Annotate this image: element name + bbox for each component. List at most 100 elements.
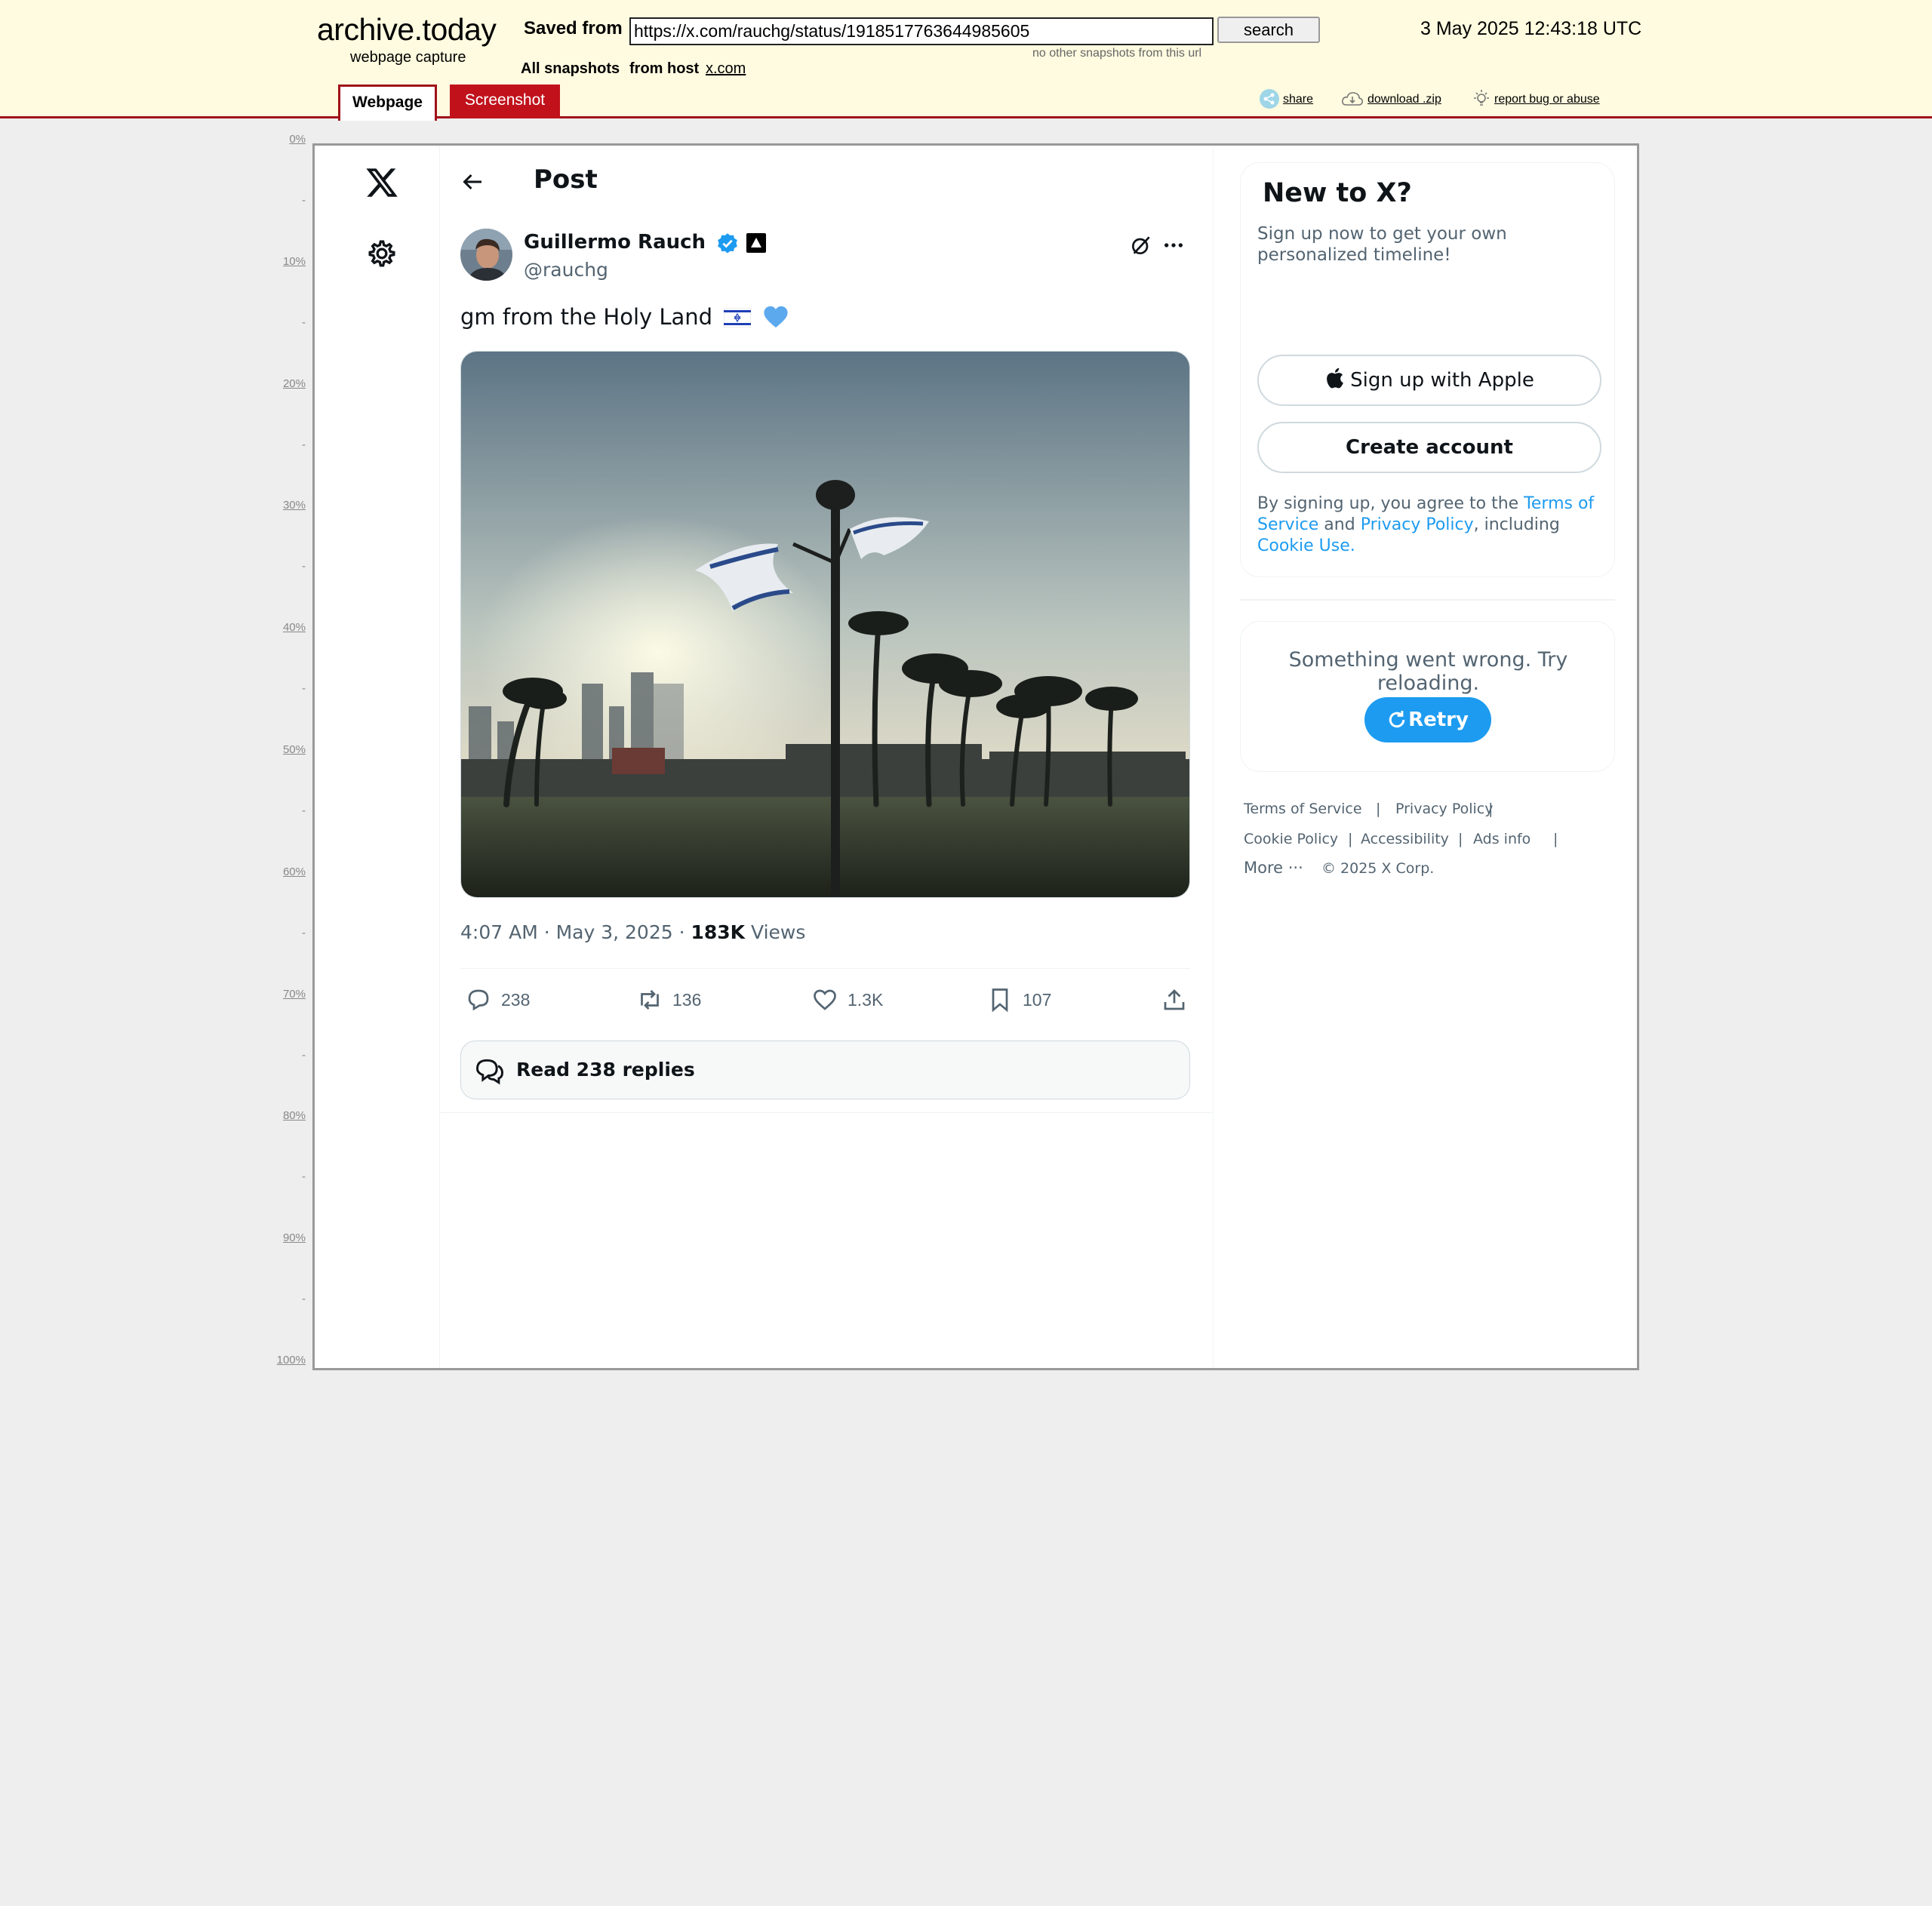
tweet-text-content: gm from the Holy Land <box>460 304 713 330</box>
ruler-minor-tick: - <box>302 804 306 817</box>
ruler-minor-tick: - <box>302 1170 306 1184</box>
reply-count: 238 <box>501 989 531 1010</box>
download-zip-link[interactable]: download .zip <box>1367 93 1441 106</box>
author-name[interactable]: Guillermo Rauch <box>524 231 706 254</box>
cloud-download-icon[interactable] <box>1340 88 1364 109</box>
footer-separator: | <box>1348 831 1353 847</box>
refresh-icon <box>1389 711 1405 728</box>
archive-header: archive.today webpage capture Saved from… <box>0 0 1932 121</box>
legal-end: . <box>1349 536 1355 555</box>
author-handle[interactable]: @rauchg <box>524 259 608 281</box>
footer-accessibility-link[interactable]: Accessibility <box>1361 831 1449 847</box>
footer-more-button[interactable]: More ··· <box>1244 859 1303 877</box>
divider <box>1240 599 1615 601</box>
footer-privacy-link[interactable]: Privacy Policy <box>1395 801 1493 817</box>
tweet-text: gm from the Holy Land <box>460 304 789 330</box>
tweet-meta: 4:07 AM · May 3, 2025 · 183K Views <box>460 921 805 943</box>
share-link[interactable]: share <box>1283 93 1313 106</box>
retry-button[interactable]: Retry <box>1364 697 1491 742</box>
ruler-tick-label[interactable]: 60% <box>283 865 306 878</box>
ruler-tick-label[interactable]: 40% <box>283 621 306 634</box>
legal-pre: By signing up, you agree to the <box>1257 494 1524 513</box>
vercel-affiliate-icon[interactable] <box>746 233 766 253</box>
avatar[interactable] <box>460 229 512 281</box>
views-count: 183K <box>691 921 746 943</box>
cookie-use-link[interactable]: Cookie Use <box>1257 536 1350 555</box>
ruler-tick-label[interactable]: 0% <box>289 133 306 146</box>
main-column: Post Guillermo Rauch @rauchg gm from the… <box>440 146 1214 1368</box>
avatar-image <box>460 229 512 281</box>
archive-logo-subtitle: webpage capture <box>350 49 466 66</box>
tab-screenshot[interactable]: Screenshot <box>450 85 560 118</box>
search-button[interactable]: search <box>1217 17 1320 43</box>
snapshot-frame: Post Guillermo Rauch @rauchg gm from the… <box>312 143 1639 1370</box>
like-action[interactable]: 1.3K <box>811 985 883 1015</box>
ruler-tick-label[interactable]: 100% <box>277 1354 306 1366</box>
x-logo-icon[interactable] <box>365 165 399 200</box>
privacy-link[interactable]: Privacy Policy <box>1361 515 1474 534</box>
footer-terms-link[interactable]: Terms of Service <box>1244 801 1362 817</box>
create-account-button[interactable]: Create account <box>1257 422 1601 473</box>
ruler-tick-label[interactable]: 10% <box>283 255 306 268</box>
host-link[interactable]: x.com <box>706 60 746 78</box>
reply-action[interactable]: 238 <box>465 985 530 1015</box>
verified-badge-icon[interactable] <box>716 232 739 255</box>
right-sidebar: New to X? Sign up now to get your own pe… <box>1214 146 1637 1368</box>
ruler-tick-label[interactable]: 90% <box>283 1231 306 1244</box>
tweet-timestamp[interactable]: 4:07 AM · May 3, 2025 · <box>460 921 691 943</box>
tweet-media-photo[interactable] <box>460 351 1190 898</box>
error-message: Something went wrong. Try reloading. <box>1288 648 1568 695</box>
ruler-minor-tick: - <box>302 193 306 207</box>
more-options-icon[interactable] <box>1161 233 1186 257</box>
ruler-tick-label[interactable]: 70% <box>283 988 306 1001</box>
israel-flag-emoji-icon <box>723 307 752 328</box>
signup-subtitle: Sign up now to get your own personalized… <box>1257 224 1507 265</box>
url-input[interactable] <box>629 17 1214 45</box>
footer-separator: | <box>1458 831 1463 847</box>
ruler-tick-label[interactable]: 20% <box>283 377 306 390</box>
footer-ads-link[interactable]: Ads info <box>1473 831 1531 847</box>
share-icon[interactable] <box>1259 88 1280 109</box>
sign-up-apple-button[interactable]: Sign up with Apple <box>1257 355 1601 406</box>
legal-text: By signing up, you agree to the Terms of… <box>1257 493 1612 557</box>
views-label: Views <box>751 921 806 943</box>
archive-logo[interactable]: archive.today <box>317 12 497 48</box>
ruler-tick-label[interactable]: 30% <box>283 499 306 512</box>
bulb-icon[interactable] <box>1471 88 1492 109</box>
repost-action[interactable]: 136 <box>636 985 701 1015</box>
page-title: Post <box>534 164 598 195</box>
ruler-tick-label[interactable]: 50% <box>283 743 306 756</box>
tab-webpage[interactable]: Webpage <box>338 85 437 121</box>
apple-icon <box>1327 367 1343 389</box>
photo-flags-palms <box>461 352 1189 897</box>
repost-count: 136 <box>672 989 702 1010</box>
signup-card: New to X? Sign up now to get your own pe… <box>1240 162 1615 577</box>
blue-heart-emoji-icon <box>763 306 788 328</box>
read-replies-label: Read 238 replies <box>516 1059 695 1081</box>
ruler-minor-tick: - <box>302 560 306 573</box>
footer-cookie-link[interactable]: Cookie Policy <box>1244 831 1338 847</box>
all-snapshots-link[interactable]: All snapshots <box>521 60 620 78</box>
ruler-minor-tick: - <box>302 1293 306 1306</box>
no-other-snapshots-note: no other snapshots from this url <box>1032 47 1202 60</box>
share-upload-icon <box>1164 989 1185 1010</box>
bookmark-icon <box>992 988 1008 1013</box>
left-nav <box>315 146 440 1368</box>
ruler-minor-tick: - <box>302 438 306 451</box>
footer-separator: | <box>1553 831 1558 847</box>
trends-error-card: Something went wrong. Try reloading. Ret… <box>1240 621 1615 772</box>
report-bug-link[interactable]: report bug or abuse <box>1494 93 1600 106</box>
read-replies-button[interactable]: Read 238 replies <box>460 1041 1190 1099</box>
gear-icon[interactable] <box>367 238 397 269</box>
share-action[interactable] <box>1161 985 1188 1015</box>
footer-separator: | <box>1488 801 1494 817</box>
bookmark-action[interactable]: 107 <box>986 985 1051 1015</box>
legal-including: , including <box>1473 515 1560 534</box>
reply-icon <box>468 989 489 1011</box>
ruler-minor-tick: - <box>302 926 306 939</box>
from-host-label: from host <box>629 60 700 77</box>
grok-icon[interactable] <box>1129 233 1153 257</box>
ruler-tick-label[interactable]: 80% <box>283 1109 306 1122</box>
ruler-minor-tick: - <box>302 1048 306 1062</box>
back-arrow-icon[interactable] <box>459 168 486 195</box>
